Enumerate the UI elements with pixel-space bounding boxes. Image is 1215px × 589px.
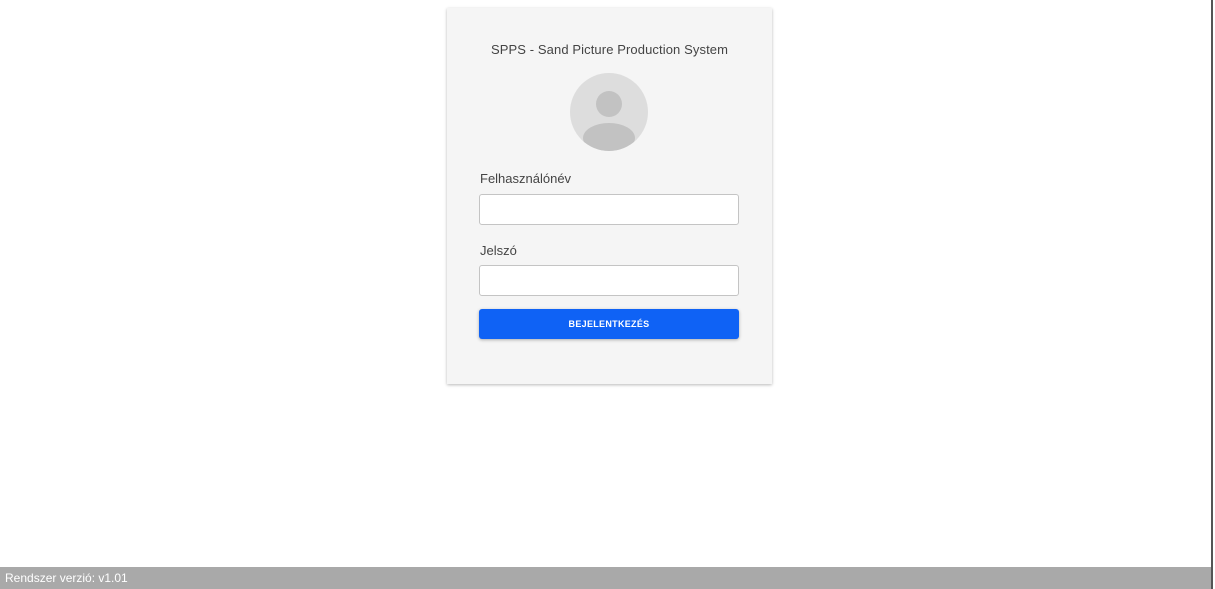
user-silhouette-icon xyxy=(583,91,635,151)
app-title: SPPS - Sand Picture Production System xyxy=(490,42,729,57)
username-input[interactable] xyxy=(479,194,739,225)
username-label: Felhasználónév xyxy=(480,171,572,186)
login-button[interactable]: BEJELENTKEZÉS xyxy=(479,309,739,339)
login-card: SPPS - Sand Picture Production System Fe… xyxy=(447,8,772,384)
password-input[interactable] xyxy=(479,265,739,296)
login-page: SPPS - Sand Picture Production System Fe… xyxy=(0,0,1213,589)
version-text: Rendszer verzió: v1.01 xyxy=(5,571,128,585)
footer-bar: Rendszer verzió: v1.01 xyxy=(0,567,1211,589)
password-label: Jelszó xyxy=(480,243,517,258)
user-avatar-icon xyxy=(570,73,648,151)
